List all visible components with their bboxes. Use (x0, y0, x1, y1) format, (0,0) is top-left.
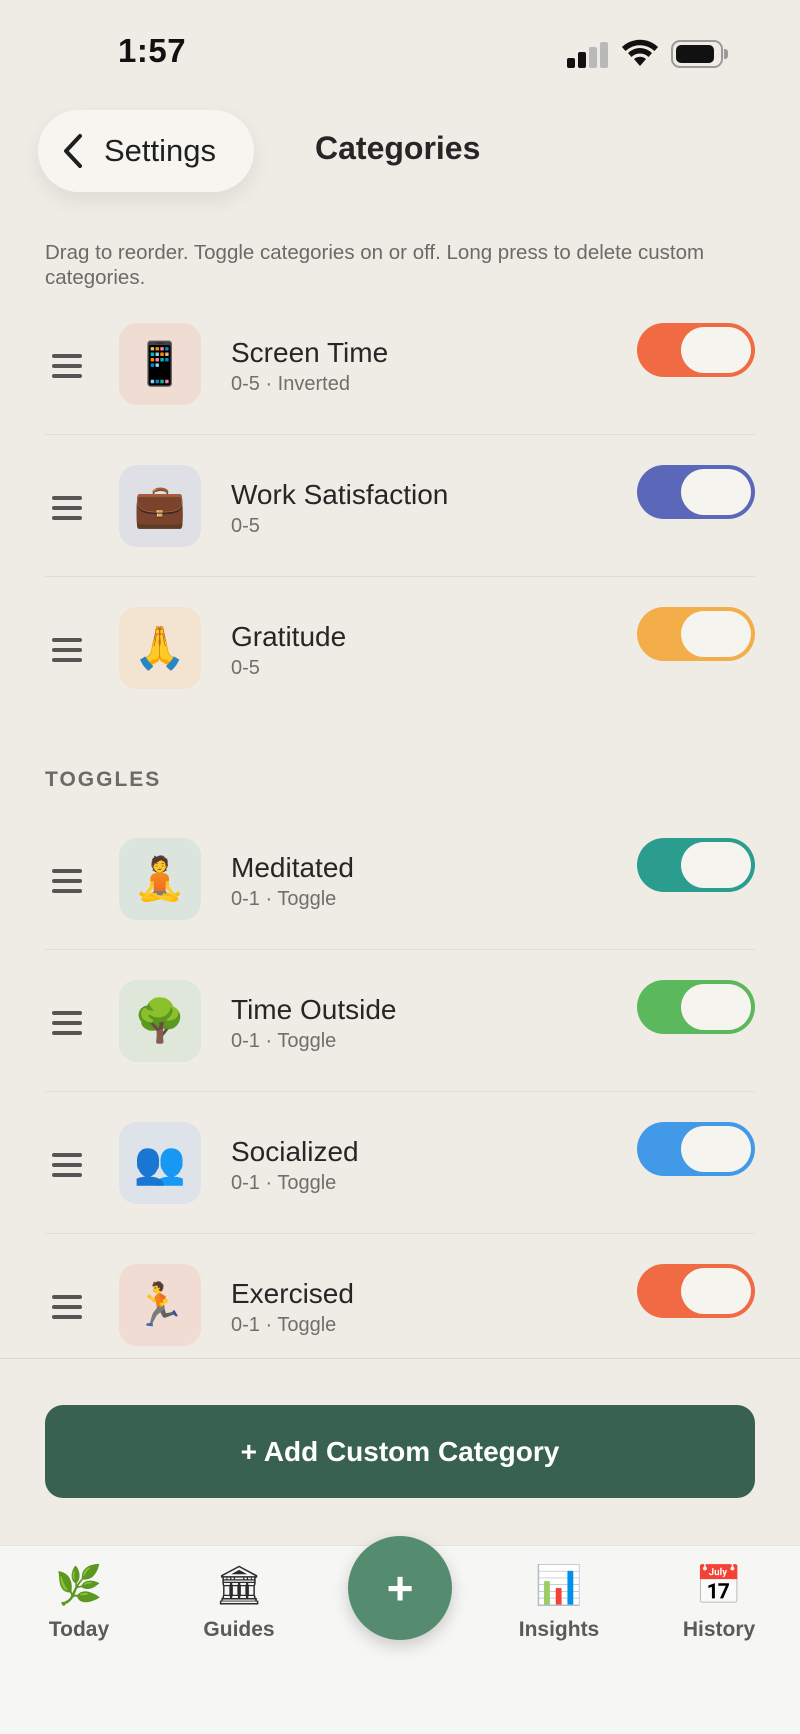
drag-handle-icon[interactable] (52, 1295, 82, 1319)
category-icon: 🙏 (119, 607, 201, 689)
category-range: 0-1 · Toggle (231, 1172, 337, 1194)
category-icon: 👥 (119, 1122, 201, 1204)
category-range: 0-5 · Inverted (231, 373, 350, 395)
section-header-toggles: TOGGLES (45, 768, 162, 791)
classical-building-icon: 🏛 (214, 1565, 264, 1607)
drag-handle-icon[interactable] (52, 496, 82, 520)
drag-handle-icon[interactable] (52, 354, 82, 378)
tab-label: Today (48, 1618, 110, 1641)
category-name: Meditated (231, 852, 354, 883)
drag-handle-icon[interactable] (52, 1011, 82, 1035)
calendar-icon: 📅 (695, 1565, 743, 1607)
bar-chart-icon: 📊 (535, 1565, 583, 1607)
category-toggle[interactable] (637, 465, 755, 519)
category-name: Work Satisfaction (231, 479, 449, 510)
category-name: Socialized (231, 1136, 359, 1167)
leaf-icon: 🌿 (55, 1565, 103, 1607)
category-name: Time Outside (231, 994, 397, 1025)
category-icon: 📱 (119, 323, 201, 405)
category-icon: 🏃 (119, 1264, 201, 1346)
category-toggle[interactable] (637, 838, 755, 892)
drag-handle-icon[interactable] (52, 638, 82, 662)
tab-label: Guides (203, 1618, 275, 1641)
back-button[interactable]: Settings (38, 110, 254, 192)
cellular-signal-icon (567, 42, 609, 68)
category-row[interactable]: 👥 Socialized 0-1 · Toggle (45, 1092, 755, 1234)
category-row[interactable]: 📱 Screen Time 0-5 · Inverted (45, 293, 755, 435)
page-title: Categories (315, 130, 481, 166)
add-custom-category-button[interactable]: + Add Custom Category (45, 1405, 755, 1498)
category-range: 0-1 · Toggle (231, 1030, 337, 1052)
category-icon: 🧘 (119, 838, 201, 920)
category-row[interactable]: 💼 Work Satisfaction 0-5 (45, 435, 755, 577)
tab-label: Insights (518, 1618, 600, 1641)
drag-handle-icon[interactable] (52, 1153, 82, 1177)
status-time: 1:57 (118, 32, 187, 69)
category-range: 0-1 · Toggle (231, 888, 337, 910)
category-name: Gratitude (231, 621, 347, 652)
tab-insights[interactable]: 📊 Insights (489, 1558, 629, 1642)
category-range: 0-5 (231, 515, 260, 537)
chevron-left-icon (64, 134, 82, 168)
tab-guides[interactable]: 🏛 Guides (169, 1558, 309, 1642)
back-button-label: Settings (104, 133, 217, 168)
category-toggle[interactable] (637, 323, 755, 377)
category-row[interactable]: 🙏 Gratitude 0-5 (45, 577, 755, 719)
category-icon: 💼 (119, 465, 201, 547)
divider (0, 1358, 800, 1359)
category-name: Screen Time (231, 337, 389, 368)
battery-icon (671, 40, 728, 68)
category-toggle[interactable] (637, 980, 755, 1034)
category-toggle[interactable] (637, 607, 755, 661)
category-range: 0-5 (231, 657, 260, 679)
add-entry-fab[interactable]: + (348, 1536, 452, 1640)
tab-today[interactable]: 🌿 Today (9, 1558, 149, 1642)
category-icon: 🌳 (119, 980, 201, 1062)
tab-label: History (682, 1618, 756, 1641)
category-name: Exercised (231, 1278, 354, 1309)
category-range: 0-1 · Toggle (231, 1314, 337, 1336)
wifi-icon (622, 39, 658, 66)
instructions-text: Drag to reorder. Toggle categories on or… (45, 241, 705, 289)
category-row[interactable]: 🧘 Meditated 0-1 · Toggle (45, 808, 755, 950)
category-toggle[interactable] (637, 1122, 755, 1176)
category-toggle[interactable] (637, 1264, 755, 1318)
category-row[interactable]: 🏃 Exercised 0-1 · Toggle (45, 1234, 755, 1376)
status-bar: 1:57 (0, 0, 800, 100)
plus-icon: + (386, 1562, 414, 1614)
drag-handle-icon[interactable] (52, 869, 82, 893)
category-row[interactable]: 🌳 Time Outside 0-1 · Toggle (45, 950, 755, 1092)
tab-history[interactable]: 📅 History (649, 1558, 789, 1642)
